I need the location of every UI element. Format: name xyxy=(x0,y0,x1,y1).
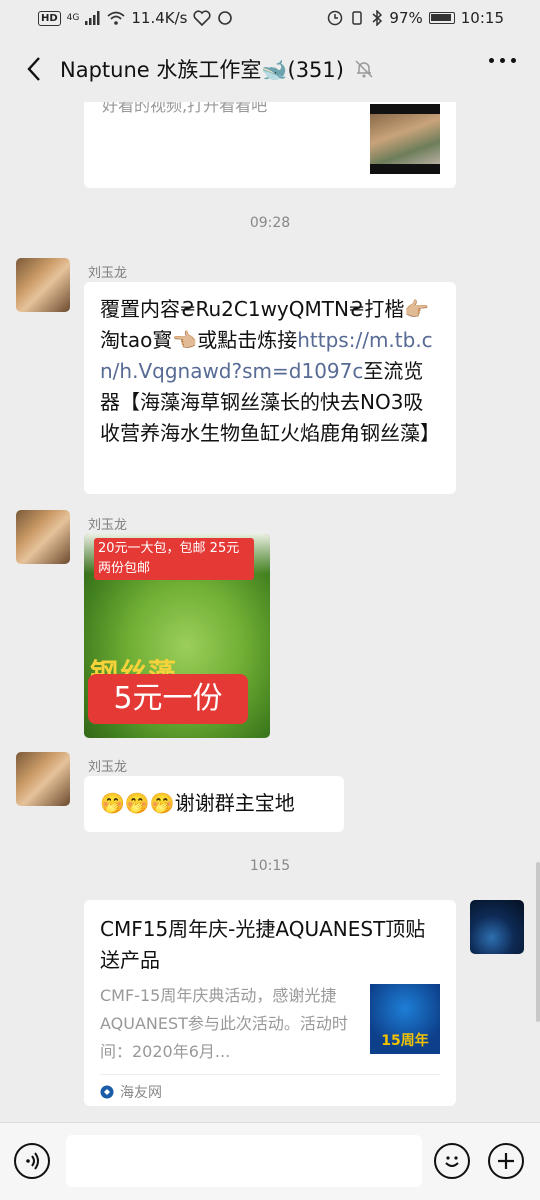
dot-icon xyxy=(511,58,516,63)
chat-area[interactable]: 好看的视频,打开看看吧 09:28 刘玉龙 覆置内容₴Ru2C1wyQMTN₴打… xyxy=(0,102,540,1122)
link-card-source: 海友网 xyxy=(120,1085,162,1101)
chat-title: Naptune 水族工作室🐋(351) xyxy=(60,58,344,82)
avatar[interactable] xyxy=(16,510,70,564)
wifi-icon xyxy=(107,11,125,25)
heart-icon xyxy=(193,10,212,26)
voice-button[interactable] xyxy=(14,1143,50,1179)
sender-name: 刘玉龙 xyxy=(88,518,128,533)
plus-icon xyxy=(498,1153,514,1169)
clock-time: 10:15 xyxy=(460,9,504,27)
link-card[interactable]: CMF15周年庆-光捷AQUANEST顶贴送产品 CMF-15周年庆典活动，感谢… xyxy=(84,900,456,1106)
avatar[interactable] xyxy=(16,258,70,312)
message-input[interactable] xyxy=(66,1135,422,1187)
image-price-label: 5元一份 xyxy=(88,674,248,724)
input-bar xyxy=(0,1122,540,1200)
sender-name: 刘玉龙 xyxy=(88,760,128,775)
status-bar: HD 4G 11.4K/s 97% 10:15 xyxy=(0,0,540,36)
timestamp: 10:15 xyxy=(249,858,291,874)
avatar[interactable] xyxy=(16,752,70,806)
battery-icon xyxy=(428,12,455,24)
network-speed: 11.4K/s xyxy=(131,9,188,27)
battery-percent: 97% xyxy=(389,9,423,27)
emoji-button[interactable] xyxy=(434,1143,470,1179)
anniversary-thumb-text: 15周年 xyxy=(381,1033,429,1049)
back-button[interactable] xyxy=(20,55,48,83)
vibrate-icon xyxy=(352,11,363,25)
message-text: 🤭🤭🤭谢谢群主宝地 xyxy=(100,791,295,815)
sender-name: 刘玉龙 xyxy=(88,266,128,281)
hd-badge: HD xyxy=(38,10,61,26)
source-app-icon xyxy=(100,1085,114,1099)
more-button[interactable] xyxy=(489,58,516,63)
signal-icon xyxy=(85,11,100,25)
dot-icon xyxy=(489,58,494,63)
image-promo-text: 20元一大包，包邮 25元两份包邮 xyxy=(94,538,254,580)
chat-header: Naptune 水族工作室🐋(351) xyxy=(0,36,540,102)
chevron-left-icon xyxy=(27,57,40,81)
plus-button[interactable] xyxy=(488,1143,524,1179)
video-card-text: 好看的视频,打开看看吧 xyxy=(102,102,268,115)
mute-icon xyxy=(354,58,376,80)
message-text: 覆置内容₴Ru2C1wyQMTN₴打楷👉🏼淘tao寳👈🏼或點击炼接https:/… xyxy=(100,294,440,449)
bluetooth-icon xyxy=(372,10,383,26)
voice-icon xyxy=(26,1152,39,1170)
avatar[interactable] xyxy=(470,900,524,954)
dot-icon xyxy=(500,58,505,63)
text-message[interactable]: 🤭🤭🤭谢谢群主宝地 xyxy=(84,776,344,832)
scrollbar[interactable] xyxy=(536,862,540,1022)
text-message[interactable]: 覆置内容₴Ru2C1wyQMTN₴打楷👉🏼淘tao寳👈🏼或點击炼接https:/… xyxy=(84,282,456,494)
link-card-thumbnail: 15周年 xyxy=(370,984,440,1054)
network-label: 4G xyxy=(66,13,80,23)
video-thumbnail xyxy=(370,104,440,174)
link-card-description: CMF-15周年庆典活动，感谢光捷AQUANEST参与此次活动。活动时间：202… xyxy=(100,986,348,1061)
sync-icon xyxy=(218,11,233,25)
clock-icon xyxy=(328,10,343,26)
smiley-icon xyxy=(445,1156,459,1167)
timestamp: 09:28 xyxy=(249,215,291,231)
link-card-title: CMF15周年庆-光捷AQUANEST顶贴送产品 xyxy=(100,917,426,972)
product-image[interactable]: 20元一大包，包邮 25元两份包邮 钢丝藻 5元一份 xyxy=(84,534,270,738)
video-share-card[interactable]: 好看的视频,打开看看吧 xyxy=(84,102,456,188)
